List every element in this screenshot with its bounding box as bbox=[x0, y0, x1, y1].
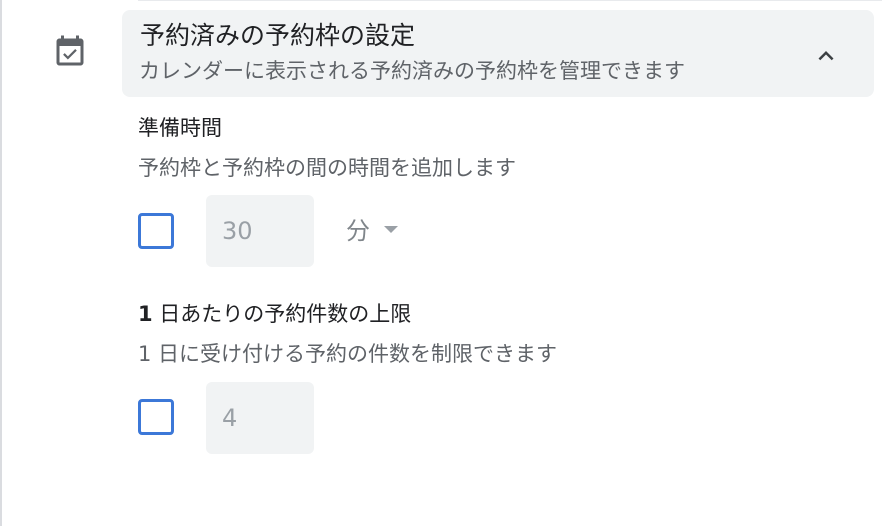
section-subtitle: カレンダーに表示される予約済みの予約枠を管理できます bbox=[139, 59, 685, 83]
calendar-check-icon bbox=[52, 34, 88, 70]
daily-limit-label-text: 日あたりの予約件数の上限 bbox=[152, 302, 412, 326]
chevron-up-icon[interactable] bbox=[808, 38, 844, 74]
buffer-time-description: 予約枠と予約枠の間の時間を追加します bbox=[138, 156, 516, 180]
daily-limit-label: 1 日あたりの予約件数の上限 bbox=[138, 301, 411, 327]
daily-limit-checkbox[interactable] bbox=[138, 399, 174, 435]
top-divider bbox=[138, 0, 882, 1]
appointment-settings-panel: 予約済みの予約枠の設定 カレンダーに表示される予約済みの予約枠を管理できます 準… bbox=[0, 0, 882, 526]
section-title: 予約済みの予約枠の設定 bbox=[140, 21, 416, 50]
buffer-time-label: 準備時間 bbox=[138, 116, 222, 140]
section-header[interactable]: 予約済みの予約枠の設定 カレンダーに表示される予約済みの予約枠を管理できます bbox=[122, 10, 874, 97]
daily-limit-input[interactable] bbox=[206, 382, 314, 454]
buffer-time-input[interactable] bbox=[206, 195, 314, 267]
buffer-time-unit: 分 bbox=[346, 216, 370, 245]
daily-limit-description: 1 日に受け付ける予約の件数を制限できます bbox=[138, 342, 558, 366]
dropdown-caret-icon bbox=[384, 225, 398, 233]
left-divider bbox=[0, 0, 2, 526]
daily-limit-label-number: 1 bbox=[138, 302, 153, 326]
buffer-time-checkbox[interactable] bbox=[138, 213, 174, 249]
buffer-time-unit-select[interactable]: 分 bbox=[346, 208, 398, 248]
